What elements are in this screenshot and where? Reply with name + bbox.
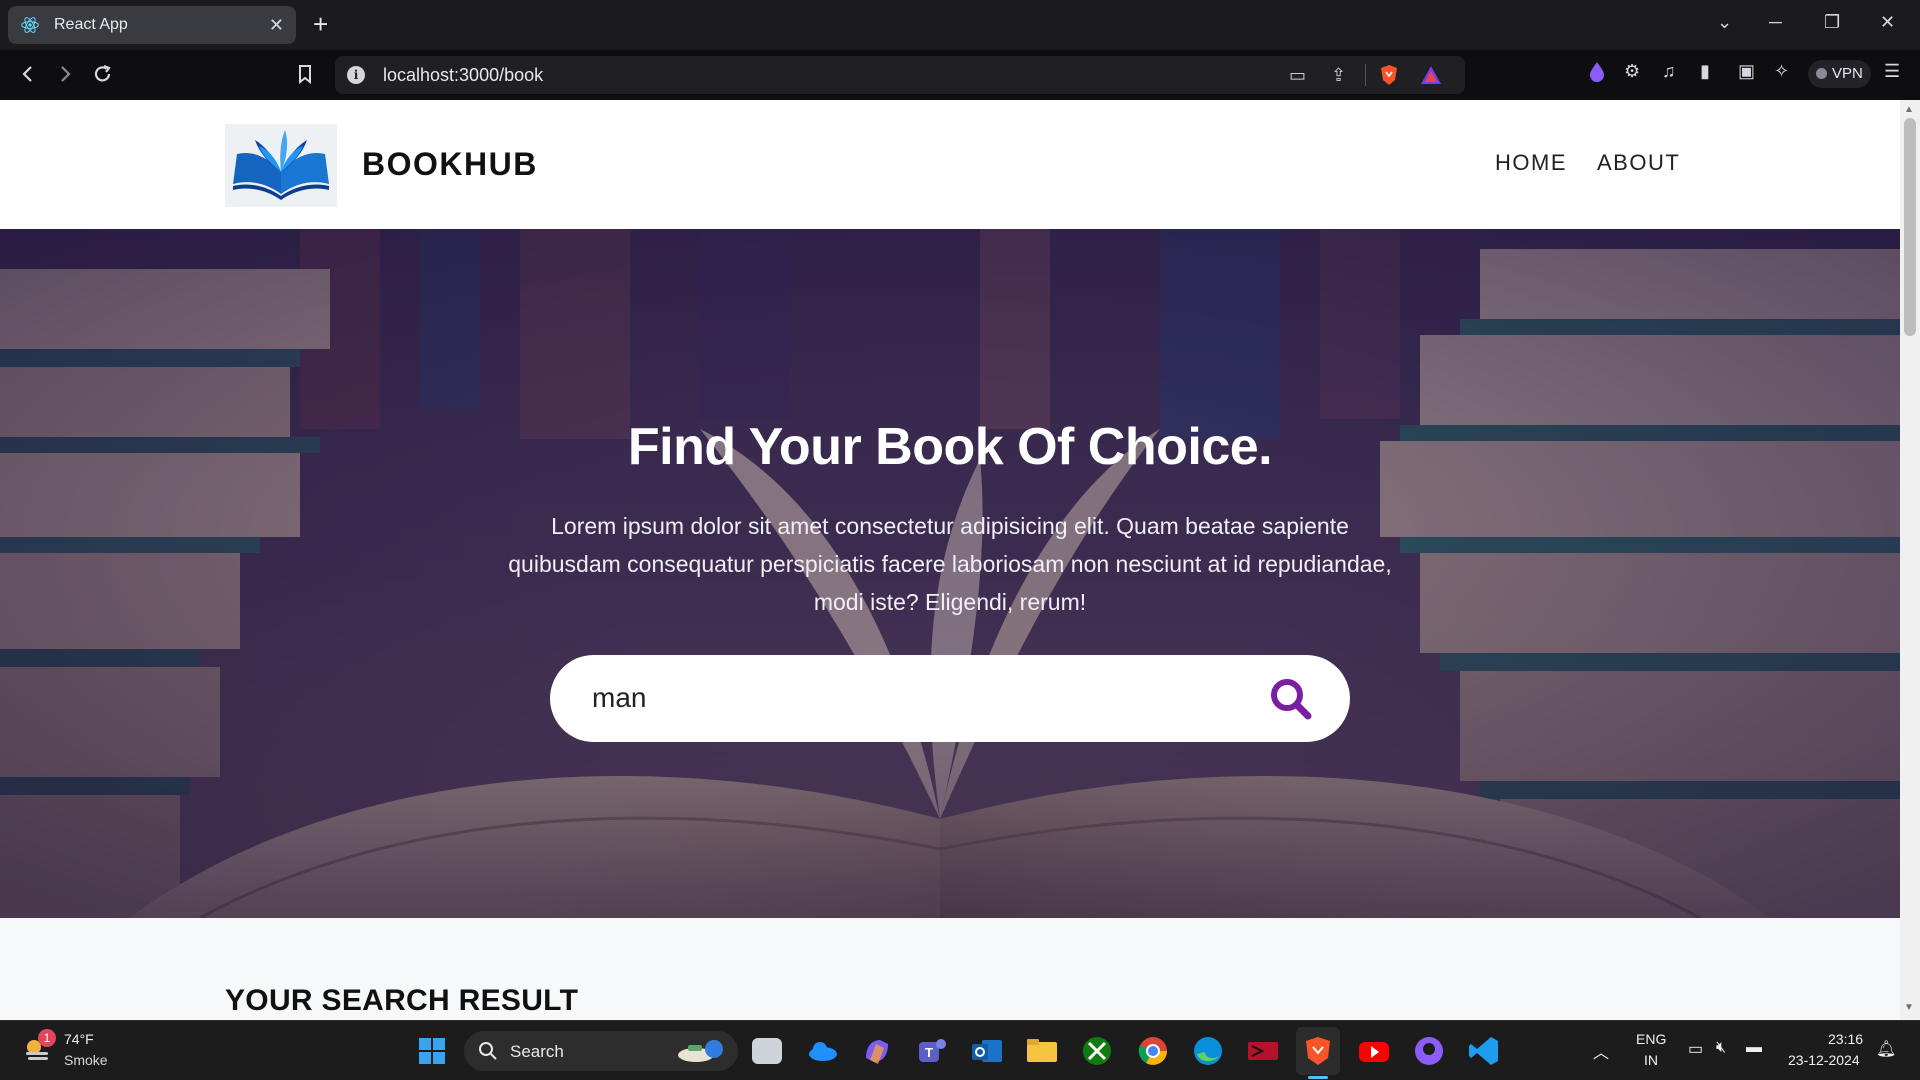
react-icon bbox=[21, 17, 39, 33]
hero-description: Lorem ipsum dolor sit amet consectetur a… bbox=[508, 513, 1392, 615]
nav-about-link[interactable]: ABOUT bbox=[1597, 150, 1680, 176]
clock-time[interactable]: 23:16 bbox=[1828, 1031, 1863, 1047]
media-icon[interactable]: ♫ bbox=[1662, 61, 1676, 82]
nav-home-link[interactable]: HOME bbox=[1495, 150, 1567, 176]
file-explorer-icon[interactable] bbox=[1025, 1034, 1059, 1068]
github-desktop-icon[interactable] bbox=[1412, 1034, 1446, 1068]
brave-rewards-icon[interactable] bbox=[1420, 65, 1442, 85]
vpn-status-dot bbox=[1816, 68, 1827, 79]
leo-sparkle-icon[interactable]: ✧ bbox=[1774, 61, 1789, 82]
wallet-icon[interactable]: ▣ bbox=[1738, 61, 1755, 82]
onedrive-icon[interactable] bbox=[806, 1034, 840, 1068]
weather-alert-badge: 1 bbox=[38, 1029, 56, 1047]
menu-icon[interactable]: ☰ bbox=[1884, 61, 1900, 82]
active-app-indicator bbox=[1308, 1076, 1328, 1079]
back-button[interactable] bbox=[18, 62, 38, 91]
forward-arrow-icon bbox=[61, 66, 71, 82]
weather-temperature: 74°F bbox=[64, 1031, 94, 1047]
search-button[interactable] bbox=[1268, 676, 1314, 722]
book-search-bar bbox=[550, 655, 1350, 742]
edge-icon[interactable] bbox=[1191, 1034, 1225, 1068]
hero-title: Find Your Book Of Choice. bbox=[627, 418, 1273, 476]
taskbar-search-box[interactable]: Search bbox=[464, 1031, 738, 1071]
open-book-logo-icon bbox=[233, 130, 329, 200]
clock-date[interactable]: 23-12-2024 bbox=[1788, 1052, 1860, 1068]
minimize-button[interactable]: ─ bbox=[1769, 12, 1782, 33]
vpn-label: VPN bbox=[1832, 65, 1863, 82]
brand-name[interactable]: BOOKHUB bbox=[362, 146, 538, 183]
address-url[interactable]: localhost:3000/book bbox=[383, 65, 543, 86]
browser-tab-bar: React App ✕ + ⌄ ─ ❐ ✕ bbox=[0, 0, 1920, 50]
volume-muted-icon[interactable]: 🔇︎ bbox=[1716, 1039, 1726, 1057]
leo-ai-icon[interactable] bbox=[1587, 61, 1607, 88]
bookmark-icon bbox=[299, 65, 311, 85]
tab-react-app[interactable]: React App ✕ bbox=[8, 6, 296, 44]
task-view-icon[interactable] bbox=[752, 1038, 782, 1064]
battery-icon[interactable]: ▬ bbox=[1746, 1039, 1762, 1057]
reload-button[interactable] bbox=[92, 62, 114, 91]
scrollbar-thumb[interactable] bbox=[1904, 118, 1916, 336]
language-line2[interactable]: IN bbox=[1644, 1052, 1658, 1068]
site-header: BOOKHUB HOME ABOUT bbox=[0, 100, 1900, 229]
sidebar-icon[interactable]: ▮ bbox=[1700, 61, 1710, 82]
cast-icon[interactable]: ▭ bbox=[1289, 65, 1306, 86]
xbox-icon[interactable] bbox=[1080, 1034, 1114, 1068]
svg-text:T: T bbox=[925, 1045, 933, 1060]
logo[interactable] bbox=[225, 124, 337, 207]
address-divider bbox=[1365, 64, 1366, 86]
page-scrollbar[interactable]: ▲ ▼ bbox=[1900, 100, 1920, 1020]
reload-icon bbox=[94, 64, 111, 82]
hero-section: Find Your Book Of Choice. Lorem ipsum do… bbox=[0, 229, 1900, 918]
web-page: BOOKHUB HOME ABOUT Find Your Book Of Cho… bbox=[0, 100, 1900, 1020]
brave-shields-icon[interactable] bbox=[1379, 64, 1399, 86]
book-search-input[interactable] bbox=[592, 675, 1212, 721]
extensions-icon[interactable]: ⚙ bbox=[1624, 61, 1640, 82]
terminal-app-icon[interactable] bbox=[1246, 1034, 1280, 1068]
vpn-button[interactable]: VPN bbox=[1808, 60, 1871, 88]
search-icon bbox=[1271, 679, 1312, 720]
restore-button[interactable]: ❐ bbox=[1824, 12, 1840, 33]
tab-list-chevron-icon[interactable]: ⌄ bbox=[1717, 12, 1732, 33]
tray-overflow-chevron-icon[interactable]: ︿ bbox=[1593, 1039, 1609, 1063]
teams-icon[interactable]: T bbox=[915, 1034, 949, 1068]
vscode-icon[interactable] bbox=[1467, 1034, 1501, 1068]
forward-button[interactable] bbox=[55, 62, 75, 91]
brave-browser-icon[interactable] bbox=[1301, 1034, 1335, 1068]
close-tab-icon[interactable]: ✕ bbox=[269, 15, 284, 36]
back-arrow-icon bbox=[22, 66, 32, 82]
taskbar-search-label: Search bbox=[510, 1042, 564, 1061]
network-icon[interactable]: ▭ bbox=[1688, 1039, 1703, 1059]
scroll-down-arrow-icon[interactable]: ▼ bbox=[1904, 1002, 1914, 1013]
bookmark-button[interactable] bbox=[296, 62, 314, 91]
close-window-button[interactable]: ✕ bbox=[1880, 12, 1895, 33]
share-icon[interactable]: ⇪ bbox=[1331, 65, 1346, 86]
outlook-icon[interactable] bbox=[970, 1034, 1004, 1068]
address-bar[interactable]: i localhost:3000/book ▭ ⇪ bbox=[335, 56, 1465, 94]
windows-start-icon[interactable] bbox=[418, 1037, 446, 1065]
new-tab-button[interactable]: + bbox=[313, 10, 328, 38]
site-info-icon[interactable]: i bbox=[347, 66, 365, 84]
weather-condition: Smoke bbox=[64, 1052, 108, 1068]
scroll-up-arrow-icon[interactable]: ▲ bbox=[1904, 104, 1914, 115]
search-highlight-icon bbox=[678, 1040, 723, 1062]
search-results-heading: YOUR SEARCH RESULT bbox=[225, 984, 579, 1017]
chrome-icon[interactable] bbox=[1136, 1034, 1170, 1068]
taskbar: 1 74°F Smoke Search T ︿ ENG IN ▭ 🔇︎ ▬ 23… bbox=[0, 1020, 1920, 1080]
notifications-bell-icon[interactable]: 🔔︎ bbox=[1876, 1039, 1896, 1059]
copilot-icon[interactable] bbox=[860, 1034, 894, 1068]
language-line1[interactable]: ENG bbox=[1636, 1031, 1666, 1047]
taskbar-search-icon bbox=[479, 1042, 497, 1060]
tab-title: React App bbox=[54, 16, 128, 33]
youtube-icon[interactable] bbox=[1357, 1034, 1391, 1068]
